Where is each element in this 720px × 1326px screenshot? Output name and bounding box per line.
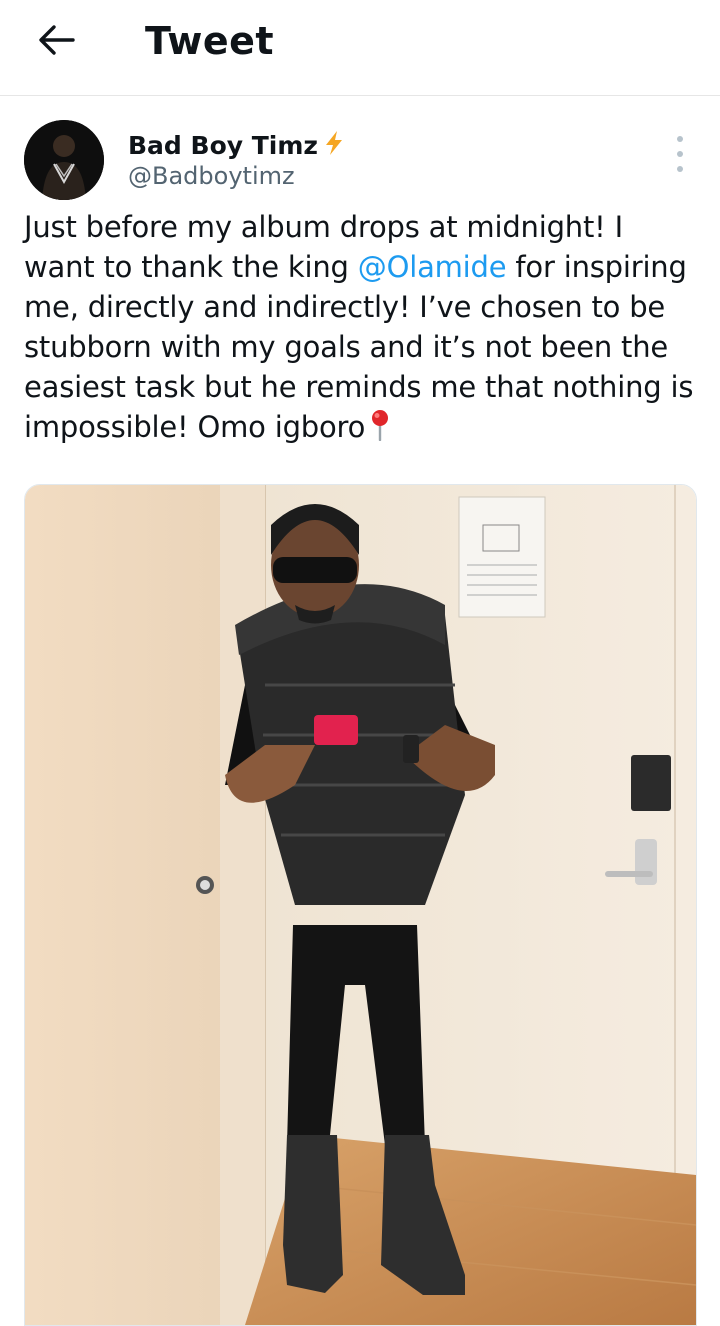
back-button[interactable] <box>34 22 78 62</box>
arrow-left-icon <box>37 24 75 61</box>
more-dot <box>677 166 683 172</box>
avatar[interactable] <box>24 120 104 200</box>
top-bar: Tweet <box>0 0 720 96</box>
photo-illustration <box>25 485 696 1325</box>
author-display-name[interactable]: Bad Boy Timz <box>128 131 318 160</box>
more-dot <box>677 151 683 157</box>
round-pushpin-icon <box>369 409 391 451</box>
author-name-row: Bad Boy Timz <box>128 130 344 161</box>
page-title: Tweet <box>145 19 275 63</box>
tweet-photo[interactable] <box>24 484 697 1326</box>
author-handle[interactable]: @Badboytimz <box>128 162 295 190</box>
mention-link[interactable]: @Olamide <box>358 250 507 284</box>
tweet-text: Just before my album drops at midnight! … <box>24 207 696 451</box>
more-options-button[interactable] <box>664 136 696 172</box>
more-vertical-icon <box>677 136 683 142</box>
lightning-bolt-icon <box>324 130 344 161</box>
